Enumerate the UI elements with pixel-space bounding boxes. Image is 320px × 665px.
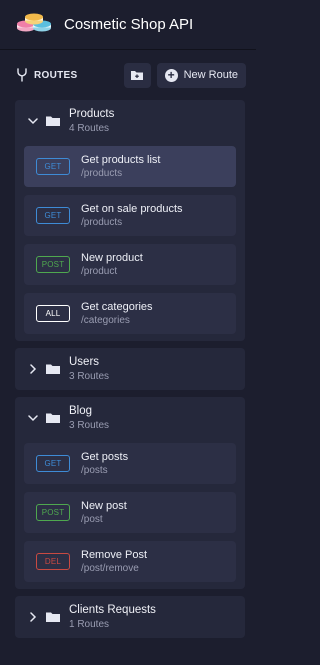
method-badge: DEL <box>36 553 70 570</box>
group-text: Clients Requests 1 Routes <box>69 604 156 631</box>
route-path: /post/remove <box>81 562 139 574</box>
route-text: New product/product <box>81 252 143 278</box>
route-item[interactable]: ALL Get categories/categories <box>24 293 236 334</box>
route-name: New post <box>81 499 127 512</box>
route-group: Products 4 Routes GET Get products list/pro… <box>15 100 245 341</box>
method-badge: POST <box>36 256 70 273</box>
route-text: New post/post <box>81 500 127 526</box>
route-path: /posts <box>81 464 108 476</box>
group-text: Blog 3 Routes <box>69 405 109 432</box>
group-name: Users <box>69 355 100 368</box>
folder-icon <box>45 115 61 127</box>
route-group: Users 3 Routes <box>15 348 245 390</box>
route-name: Get posts <box>81 450 129 463</box>
group-header[interactable]: Blog 3 Routes <box>15 397 245 439</box>
route-item[interactable]: POST New product/product <box>24 244 236 285</box>
route-name: Get on sale products <box>81 202 183 215</box>
route-path: /product <box>81 265 118 277</box>
group-name: Blog <box>69 404 93 417</box>
group-header[interactable]: Products 4 Routes <box>15 100 245 142</box>
group-text: Products 4 Routes <box>69 108 114 135</box>
group-text: Users 3 Routes <box>69 356 109 383</box>
route-path: /post <box>81 513 103 525</box>
route-path: /categories <box>81 314 130 326</box>
route-name: New product <box>81 251 143 264</box>
chevron-right-icon[interactable] <box>27 364 39 374</box>
method-badge: GET <box>36 158 70 175</box>
new-folder-button[interactable] <box>123 62 151 88</box>
route-group: Clients Requests 1 Routes <box>15 596 245 638</box>
route-name: Remove Post <box>81 548 148 561</box>
route-groups: Products 4 Routes GET Get products list/pro… <box>0 100 256 638</box>
group-header[interactable]: Clients Requests 1 Routes <box>15 596 245 638</box>
route-name: Get products list <box>81 153 161 166</box>
route-item[interactable]: GET Get on sale products/products <box>24 195 236 236</box>
method-badge: GET <box>36 455 70 472</box>
route-name: Get categories <box>81 300 153 313</box>
group-name: Products <box>69 107 115 120</box>
routes-list: GET Get products list/products GET Get on s… <box>15 142 245 341</box>
folder-add-icon <box>131 71 144 80</box>
route-item[interactable]: DEL Remove Post/post/remove <box>24 541 236 582</box>
routes-toolbar: ROUTES + New Route <box>0 50 256 100</box>
app-header: Cosmetic Shop API <box>0 0 256 50</box>
group-header[interactable]: Users 3 Routes <box>15 348 245 390</box>
routes-heading: ROUTES <box>16 68 124 82</box>
route-path: /products <box>81 216 123 228</box>
group-route-count: 3 Routes <box>69 370 110 382</box>
group-name: Clients Requests <box>69 603 156 616</box>
group-route-count: 3 Routes <box>69 419 110 431</box>
route-text: Get on sale products/products <box>81 203 183 229</box>
plus-circle-icon: + <box>164 68 178 82</box>
method-badge: ALL <box>36 305 70 322</box>
group-route-count: 1 Routes <box>69 618 110 630</box>
new-route-label: New Route <box>183 69 238 81</box>
method-badge: GET <box>36 207 70 224</box>
chevron-down-icon[interactable] <box>27 414 39 422</box>
method-badge: POST <box>36 504 70 521</box>
route-item[interactable]: GET Get posts/posts <box>24 443 236 484</box>
macaron-logo-icon <box>14 10 54 40</box>
folder-icon <box>45 363 61 375</box>
chevron-down-icon[interactable] <box>27 117 39 125</box>
group-route-count: 4 Routes <box>69 122 110 134</box>
chevron-right-icon[interactable] <box>27 612 39 622</box>
new-route-button[interactable]: + New Route <box>156 62 246 88</box>
fork-icon <box>17 68 27 82</box>
route-text: Remove Post/post/remove <box>81 549 147 575</box>
folder-icon <box>45 611 61 623</box>
route-item[interactable]: POST New post/post <box>24 492 236 533</box>
route-group: Blog 3 Routes GET Get posts/posts POST New po… <box>15 397 245 589</box>
routes-list: GET Get posts/posts POST New post/post DEL Re… <box>15 439 245 589</box>
route-text: Get categories/categories <box>81 301 153 327</box>
folder-icon <box>45 412 61 424</box>
routes-label: ROUTES <box>34 69 78 81</box>
app-title: Cosmetic Shop API <box>64 16 194 33</box>
route-item[interactable]: GET Get products list/products <box>24 146 236 187</box>
route-text: Get products list/products <box>81 154 160 180</box>
route-text: Get posts/posts <box>81 451 128 477</box>
route-path: /products <box>81 167 123 179</box>
